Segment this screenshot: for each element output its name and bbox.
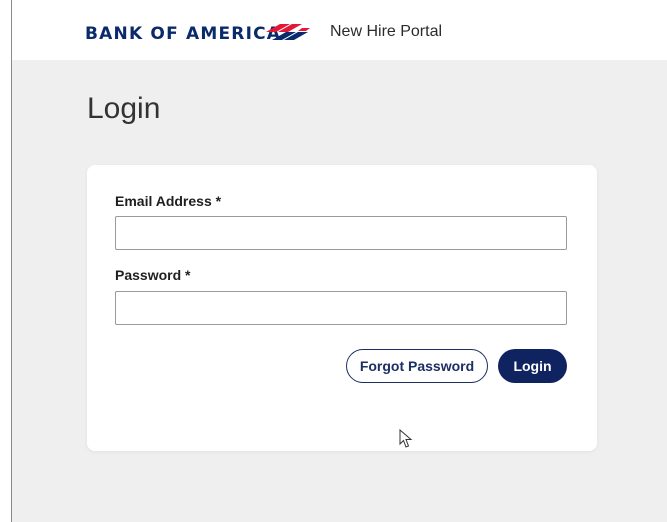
mouse-cursor-icon <box>399 429 413 448</box>
portal-title: New Hire Portal <box>330 23 443 40</box>
password-label: Password * <box>115 267 191 283</box>
password-field[interactable] <box>115 291 567 325</box>
forgot-password-button[interactable]: Forgot Password <box>346 349 488 383</box>
header-bar: BANK OF AMERICA New Hire Portal <box>12 0 667 60</box>
login-card: Email Address * Password * Forgot Passwo… <box>87 165 597 451</box>
brand-logo-text[interactable]: BANK OF AMERICA <box>85 24 281 44</box>
page-title: Login <box>87 92 161 125</box>
email-field[interactable] <box>115 216 567 250</box>
bank-of-america-flag-icon <box>266 24 310 40</box>
browser-frame: BANK OF AMERICA New Hire Portal Login Em… <box>11 0 667 522</box>
login-button[interactable]: Login <box>498 349 567 383</box>
email-label: Email Address * <box>115 193 222 209</box>
